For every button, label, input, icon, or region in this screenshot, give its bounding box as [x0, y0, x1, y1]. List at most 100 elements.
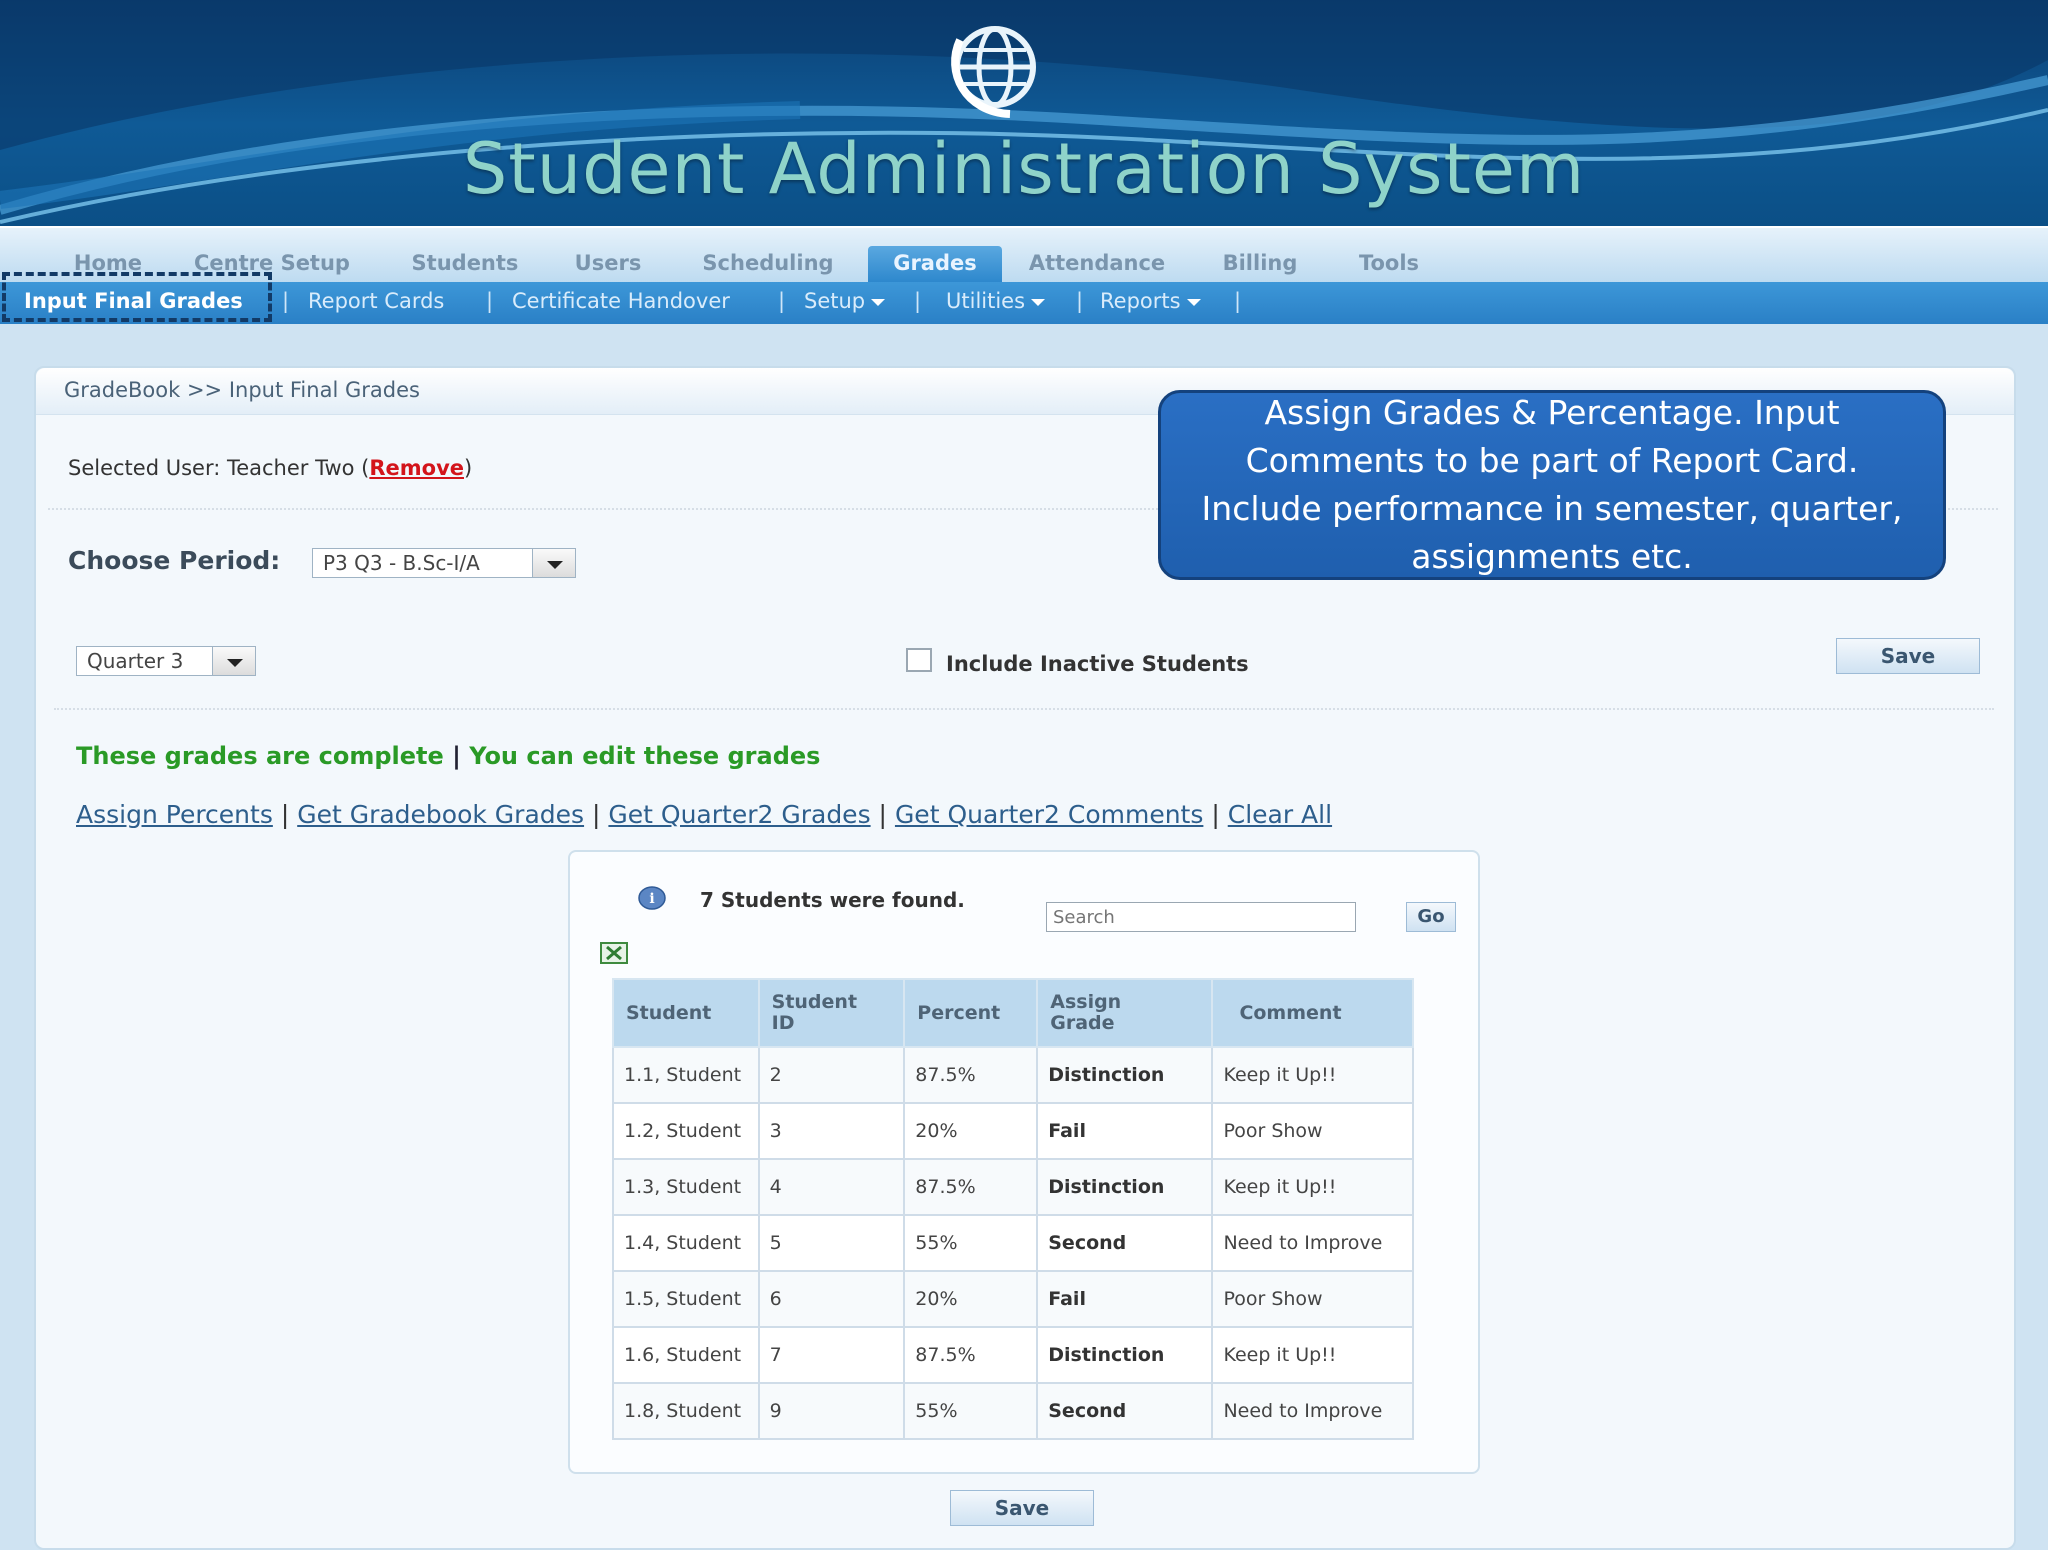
subnav-report-cards[interactable]: Report Cards: [308, 289, 444, 313]
selected-user: Selected User: Teacher Two (Remove): [68, 456, 472, 480]
tab-students[interactable]: Students: [400, 246, 530, 284]
get-quarter2-comments-link[interactable]: Get Quarter2 Comments: [895, 800, 1203, 829]
tab-grades[interactable]: Grades: [868, 246, 1002, 284]
cell-grade[interactable]: Distinction: [1036, 1158, 1214, 1216]
table-row: 1.5, Student 6 20% Fail Poor Show: [612, 1270, 1414, 1328]
main-nav: Home Centre Setup Students Users Schedul…: [0, 226, 2048, 284]
caret-down-icon: [1186, 298, 1201, 306]
cell-student-id: 3: [757, 1102, 906, 1160]
cell-comment[interactable]: Poor Show: [1211, 1102, 1414, 1160]
tab-users[interactable]: Users: [560, 246, 656, 284]
subnav-certificate-handover[interactable]: Certificate Handover: [512, 289, 730, 313]
cell-percent[interactable]: 87.5%: [903, 1326, 1039, 1384]
table-row: 1.3, Student 4 87.5% Distinction Keep it…: [612, 1158, 1414, 1216]
cell-student-id: 6: [757, 1270, 906, 1328]
selected-user-suffix: ): [464, 456, 473, 480]
clear-all-link[interactable]: Clear All: [1228, 800, 1332, 829]
cell-percent[interactable]: 87.5%: [903, 1158, 1039, 1216]
table-row: 1.6, Student 7 87.5% Distinction Keep it…: [612, 1326, 1414, 1384]
link-separator: |: [592, 800, 601, 829]
divider: [54, 708, 1994, 710]
cell-grade[interactable]: Fail: [1036, 1270, 1214, 1328]
action-links: Assign Percents | Get Gradebook Grades |…: [76, 800, 1332, 829]
get-gradebook-grades-link[interactable]: Get Gradebook Grades: [297, 800, 584, 829]
info-icon: i: [638, 886, 666, 910]
assign-percents-link[interactable]: Assign Percents: [76, 800, 273, 829]
table-row: 1.1, Student 2 87.5% Distinction Keep it…: [612, 1046, 1414, 1104]
tab-attendance[interactable]: Attendance: [1022, 246, 1172, 284]
cell-grade[interactable]: Distinction: [1036, 1046, 1214, 1104]
status-separator: |: [452, 742, 461, 770]
column-header-assign-grade: Assign Grade: [1036, 978, 1214, 1048]
table-row: 1.8, Student 9 55% Second Need to Improv…: [612, 1382, 1414, 1440]
caret-down-icon: [871, 298, 886, 306]
cell-percent[interactable]: 55%: [903, 1214, 1039, 1272]
remove-user-link[interactable]: Remove: [369, 456, 464, 480]
cell-comment[interactable]: Need to Improve: [1211, 1382, 1414, 1440]
dashed-highlight-box: [2, 272, 272, 322]
cell-student: 1.2, Student: [612, 1102, 760, 1160]
column-header-text: Student: [626, 1001, 712, 1024]
period-select[interactable]: P3 Q3 - B.Sc-I/A: [312, 548, 576, 578]
cell-comment[interactable]: Poor Show: [1211, 1270, 1414, 1328]
grades-grid-box: i 7 Students were found. Go Student Stud…: [568, 850, 1480, 1474]
cell-percent[interactable]: 20%: [903, 1102, 1039, 1160]
column-header-text: Percent: [917, 1001, 1001, 1024]
tab-tools[interactable]: Tools: [1346, 246, 1432, 284]
column-header-student: Student: [612, 978, 760, 1048]
dropdown-arrow-icon: [212, 647, 255, 675]
cell-percent[interactable]: 55%: [903, 1382, 1039, 1440]
save-button-top[interactable]: Save: [1836, 638, 1980, 674]
cell-comment[interactable]: Need to Improve: [1211, 1214, 1414, 1272]
subnav-separator: |: [1234, 289, 1242, 313]
subnav-setup[interactable]: Setup: [804, 289, 886, 313]
tab-billing[interactable]: Billing: [1208, 246, 1312, 284]
subnav-utilities-label: Utilities: [946, 289, 1026, 313]
subnav-utilities[interactable]: Utilities: [946, 289, 1046, 313]
caret-down-icon: [1031, 298, 1046, 306]
cell-grade[interactable]: Distinction: [1036, 1326, 1214, 1384]
callout-text: Assign Grades & Percentage. Input Commen…: [1201, 393, 1903, 576]
column-header-text: Comment: [1239, 1001, 1342, 1024]
cell-grade[interactable]: Second: [1036, 1214, 1214, 1272]
cell-student: 1.8, Student: [612, 1382, 760, 1440]
column-header-percent: Percent: [903, 978, 1039, 1048]
link-separator: |: [1211, 800, 1220, 829]
period-select-value: P3 Q3 - B.Sc-I/A: [323, 551, 480, 575]
tab-scheduling[interactable]: Scheduling: [690, 246, 846, 284]
cell-student-id: 7: [757, 1326, 906, 1384]
search-input[interactable]: [1046, 902, 1356, 932]
table-row: 1.4, Student 5 55% Second Need to Improv…: [612, 1214, 1414, 1272]
svg-text:i: i: [649, 891, 654, 907]
quarter-select-value: Quarter 3: [87, 649, 184, 673]
status-complete: These grades are complete: [76, 742, 444, 770]
period-label: Choose Period:: [68, 546, 281, 575]
status-message: These grades are complete | You can edit…: [76, 742, 820, 770]
cell-grade[interactable]: Fail: [1036, 1102, 1214, 1160]
cell-grade[interactable]: Second: [1036, 1382, 1214, 1440]
excel-export-icon[interactable]: [600, 942, 628, 964]
get-quarter2-grades-link[interactable]: Get Quarter2 Grades: [608, 800, 870, 829]
save-button-bottom[interactable]: Save: [950, 1490, 1094, 1526]
cell-student: 1.4, Student: [612, 1214, 760, 1272]
cell-comment[interactable]: Keep it Up!!: [1211, 1158, 1414, 1216]
subnav-separator: |: [1076, 289, 1084, 313]
subnav-setup-label: Setup: [804, 289, 866, 313]
cell-student-id: 2: [757, 1046, 906, 1104]
cell-student-id: 4: [757, 1158, 906, 1216]
subnav-separator: |: [914, 289, 922, 313]
cell-percent[interactable]: 20%: [903, 1270, 1039, 1328]
cell-comment[interactable]: Keep it Up!!: [1211, 1046, 1414, 1104]
app-title: Student Administration System: [462, 128, 1586, 210]
table-row: 1.2, Student 3 20% Fail Poor Show: [612, 1102, 1414, 1160]
cell-student-id: 5: [757, 1214, 906, 1272]
go-button[interactable]: Go: [1406, 902, 1456, 932]
subnav-reports[interactable]: Reports: [1100, 289, 1201, 313]
cell-percent[interactable]: 87.5%: [903, 1046, 1039, 1104]
cell-comment[interactable]: Keep it Up!!: [1211, 1326, 1414, 1384]
cell-student-id: 9: [757, 1382, 906, 1440]
cell-student: 1.1, Student: [612, 1046, 760, 1104]
subnav-separator: |: [486, 289, 494, 313]
include-inactive-checkbox[interactable]: [906, 648, 932, 672]
quarter-select[interactable]: Quarter 3: [76, 646, 256, 676]
